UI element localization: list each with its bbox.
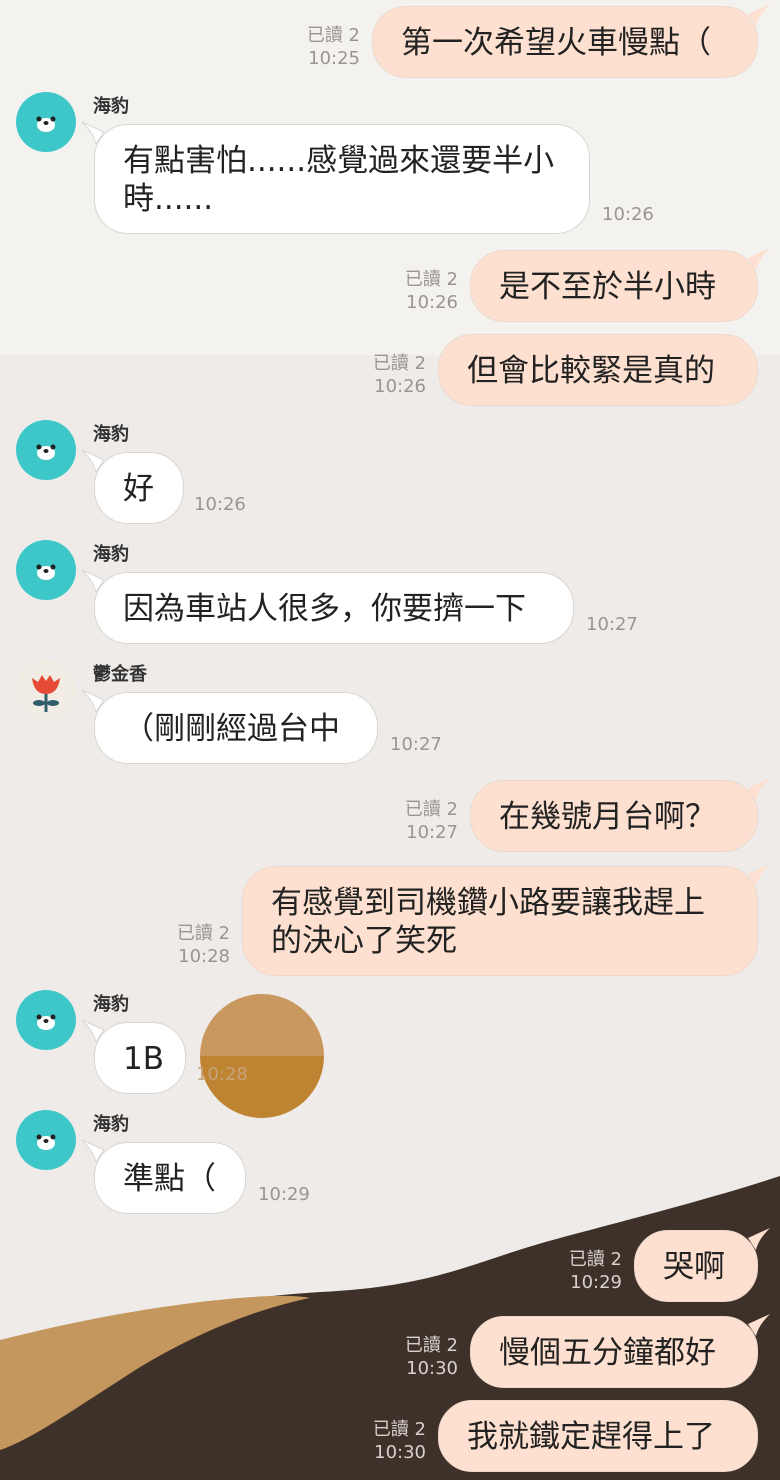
message-time: 10:26 (194, 494, 246, 515)
outgoing-message[interactable]: 在幾號月台啊？ (470, 780, 758, 852)
bubble-tail (748, 1228, 770, 1250)
message-text-line: 有感覺到司機鑽小路要讓我趕上 (271, 885, 705, 921)
outgoing-message[interactable]: 哭啊 (634, 1230, 758, 1302)
outgoing-message[interactable]: 我就鐵定趕得上了 (438, 1400, 758, 1472)
message-text: 1B (123, 1041, 164, 1077)
outgoing-message[interactable]: 第一次希望火車慢點（ (372, 6, 758, 78)
message-text-line: 有點害怕......感覺過來還要半小 (123, 143, 555, 179)
message-time: 10:28 (178, 946, 230, 967)
message-text: 因為車站人很多，你要擠一下 (123, 591, 526, 627)
read-status: 已讀 2 (404, 799, 458, 820)
tulip-icon (32, 675, 60, 712)
sender-avatar[interactable] (16, 540, 76, 600)
read-status: 已讀 2 (404, 269, 458, 290)
sender-name: 鬱金香 (93, 664, 147, 685)
message-time: 10:29 (258, 1184, 310, 1205)
read-receipt: 已讀 2 10:28 (150, 922, 230, 968)
incoming-message[interactable]: 有點害怕......感覺過來還要半小 時...... (94, 124, 590, 234)
message-text: 第一次希望火車慢點（ (401, 25, 711, 61)
sender-avatar[interactable] (16, 660, 76, 720)
outgoing-message[interactable]: 但會比較緊是真的 (438, 334, 758, 406)
read-receipt: 已讀 2 10:30 (378, 1334, 458, 1380)
read-status: 已讀 2 (306, 25, 360, 46)
seal-face-icon (36, 1134, 56, 1150)
outgoing-message[interactable]: 慢個五分鐘都好 (470, 1316, 758, 1388)
message-text: 準點（ (123, 1161, 216, 1197)
sender-name: 海豹 (93, 96, 129, 117)
sender-avatar[interactable] (16, 420, 76, 480)
message-time: 10:27 (406, 822, 458, 843)
seal-face-icon (36, 116, 56, 132)
bubble-tail (748, 778, 770, 800)
bubble-tail (748, 4, 770, 26)
bubble-tail (748, 1314, 770, 1336)
read-receipt: 已讀 2 10:27 (378, 798, 458, 844)
message-text: 好 (123, 471, 154, 507)
read-receipt: 已讀 2 10:30 (346, 1418, 426, 1464)
sender-name: 海豹 (93, 1114, 129, 1135)
sender-name: 海豹 (93, 544, 129, 565)
read-receipt: 已讀 2 10:25 (280, 24, 360, 70)
message-text: 哭啊 (663, 1249, 725, 1285)
sender-avatar[interactable] (16, 92, 76, 152)
read-status: 已讀 2 (372, 1419, 426, 1440)
outgoing-message[interactable]: 是不至於半小時 (470, 250, 758, 322)
message-text: （剛剛經過台中 (123, 711, 340, 747)
message-time: 10:30 (374, 1442, 426, 1463)
incoming-message[interactable]: （剛剛經過台中 (94, 692, 378, 764)
message-text-line: 的決心了笑死 (271, 923, 457, 959)
read-receipt: 已讀 2 10:26 (346, 352, 426, 398)
sender-avatar[interactable] (16, 1110, 76, 1170)
bubble-tail (748, 864, 770, 886)
message-time: 10:28 (196, 1064, 248, 1085)
message-time: 10:27 (586, 614, 638, 635)
read-status: 已讀 2 (372, 353, 426, 374)
sender-avatar[interactable] (16, 990, 76, 1050)
read-receipt: 已讀 2 10:29 (542, 1248, 622, 1294)
message-text: 但會比較緊是真的 (467, 353, 715, 389)
sender-name: 海豹 (93, 994, 129, 1015)
outgoing-message[interactable]: 有感覺到司機鑽小路要讓我趕上 的決心了笑死 (242, 866, 758, 976)
read-status: 已讀 2 (568, 1249, 622, 1270)
message-time: 10:26 (602, 204, 654, 225)
message-text: 我就鐵定趕得上了 (467, 1419, 715, 1455)
message-time: 10:30 (406, 1358, 458, 1379)
message-time: 10:27 (390, 734, 442, 755)
message-text: 是不至於半小時 (499, 269, 716, 305)
read-status: 已讀 2 (404, 1335, 458, 1356)
read-status: 已讀 2 (176, 923, 230, 944)
message-time: 10:26 (374, 376, 426, 397)
seal-face-icon (36, 444, 56, 460)
read-receipt: 已讀 2 10:26 (378, 268, 458, 314)
message-text-line: 時...... (123, 181, 214, 217)
message-time: 10:29 (570, 1272, 622, 1293)
message-text: 在幾號月台啊？ (499, 799, 716, 835)
sender-name: 海豹 (93, 424, 129, 445)
message-time: 10:25 (308, 48, 360, 69)
message-time: 10:26 (406, 292, 458, 313)
incoming-message[interactable]: 因為車站人很多，你要擠一下 (94, 572, 574, 644)
shared-sticker[interactable] (200, 994, 324, 1118)
bubble-tail (748, 248, 770, 270)
incoming-message[interactable]: 準點（ (94, 1142, 246, 1214)
message-text: 慢個五分鐘都好 (499, 1335, 716, 1371)
incoming-message[interactable]: 好 (94, 452, 184, 524)
seal-face-icon (36, 1014, 56, 1030)
seal-face-icon (36, 564, 56, 580)
incoming-message[interactable]: 1B (94, 1022, 186, 1094)
